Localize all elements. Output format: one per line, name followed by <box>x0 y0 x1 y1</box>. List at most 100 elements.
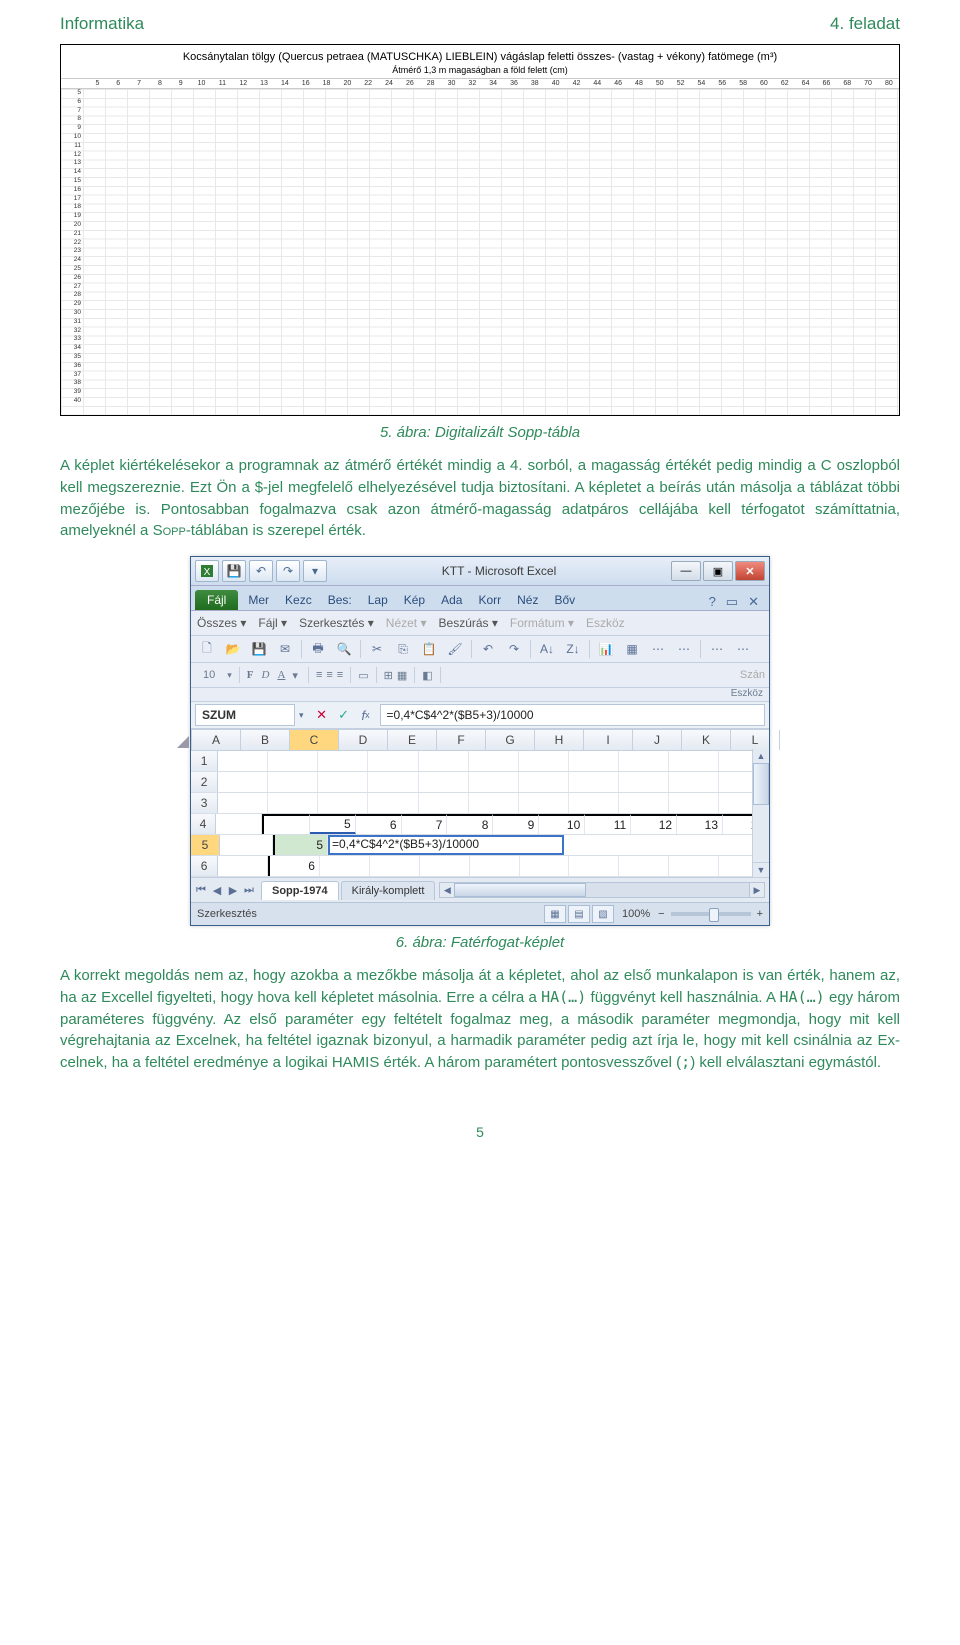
cell-row4-10[interactable]: 13 <box>677 814 723 834</box>
col-header-E[interactable]: E <box>388 730 437 750</box>
window-maximize-button[interactable]: ▣ <box>703 561 733 581</box>
cell-row4-7[interactable]: 10 <box>539 814 585 834</box>
sheet-tab-sopp[interactable]: Sopp-1974 <box>261 881 339 900</box>
row-header-3[interactable]: 3 <box>191 793 218 813</box>
vertical-scrollbar[interactable]: ▲ ▼ <box>752 749 769 877</box>
ribbon-tab[interactable]: Lap <box>364 590 392 610</box>
ribbon-tab[interactable]: Kezc <box>281 590 316 610</box>
align-left-icon[interactable]: ≡ <box>316 669 322 681</box>
ribbon-tab[interactable]: Korr <box>474 590 505 610</box>
redo2-icon[interactable]: ↷ <box>502 638 526 660</box>
sheet-nav-first-icon[interactable]: ⏮ <box>193 881 209 899</box>
hscroll-thumb[interactable] <box>454 883 585 897</box>
cell-row4-3[interactable]: 6 <box>356 814 402 834</box>
sub-osszes[interactable]: Összes ▾ <box>197 616 246 630</box>
merge-icon[interactable]: ▭ <box>358 669 368 682</box>
underline-icon[interactable]: A <box>277 669 285 681</box>
chart-icon[interactable]: 📊 <box>594 638 618 660</box>
misc2-icon[interactable]: ⋯ <box>672 638 696 660</box>
save-icon[interactable]: 💾 <box>222 560 246 582</box>
scroll-right-icon[interactable]: ▶ <box>749 883 764 897</box>
cut-icon[interactable]: ✂ <box>365 638 389 660</box>
italic-icon[interactable]: D <box>258 669 274 681</box>
cell-row4-0[interactable] <box>216 814 262 834</box>
col-header-K[interactable]: K <box>682 730 731 750</box>
sort-asc-icon[interactable]: A↓ <box>535 638 559 660</box>
sort-desc-icon[interactable]: Z↓ <box>561 638 585 660</box>
sub-eszkoz[interactable]: Eszköz <box>586 616 625 630</box>
file-tab[interactable]: Fájl <box>195 590 238 610</box>
paste-icon[interactable]: 📋 <box>417 638 441 660</box>
excel-icon[interactable]: X <box>195 560 219 582</box>
doc-close-icon[interactable]: ✕ <box>748 594 759 610</box>
undo2-icon[interactable]: ↶ <box>476 638 500 660</box>
sheet-nav-prev-icon[interactable]: ◀ <box>209 881 225 899</box>
col-header-I[interactable]: I <box>584 730 633 750</box>
cell-row4-4[interactable]: 7 <box>402 814 448 834</box>
window-minimize-button[interactable]: — <box>671 561 701 581</box>
vscroll-thumb[interactable] <box>753 763 769 805</box>
view-layout-icon[interactable]: ▤ <box>568 905 590 923</box>
redo-icon[interactable]: ↷ <box>276 560 300 582</box>
cell-row4-6[interactable]: 9 <box>493 814 539 834</box>
copy-icon[interactable]: ⎘ <box>391 638 415 660</box>
misc1-icon[interactable]: ⋯ <box>646 638 670 660</box>
formula-input[interactable]: =0,4*C$4^2*($B5+3)/10000 <box>380 704 765 726</box>
table-icon[interactable]: ▦ <box>620 638 644 660</box>
window-close-button[interactable]: ✕ <box>735 561 765 581</box>
sub-formatum[interactable]: Formátum ▾ <box>510 616 574 630</box>
new-icon[interactable]: 🗋 <box>195 638 219 660</box>
col-header-F[interactable]: F <box>437 730 486 750</box>
formula-enter-icon[interactable]: ✓ <box>334 705 354 725</box>
bold-icon[interactable]: F <box>247 669 254 681</box>
cell-row4-1[interactable] <box>262 814 310 834</box>
col-header-B[interactable]: B <box>241 730 290 750</box>
col-header-C[interactable]: C <box>290 730 339 750</box>
formula-cancel-icon[interactable]: ✕ <box>312 705 332 725</box>
row-header-6[interactable]: 6 <box>191 856 218 876</box>
sub-beszuras[interactable]: Beszúrás ▾ <box>439 616 498 630</box>
row-header-4[interactable]: 4 <box>191 814 216 834</box>
cell-row4-8[interactable]: 11 <box>585 814 631 834</box>
ribbon-tab[interactable]: Néz <box>513 590 542 610</box>
scroll-left-icon[interactable]: ◀ <box>440 883 455 897</box>
sheet-tab-kiraly[interactable]: Király-komplett <box>341 881 436 900</box>
cell-c5-editing[interactable]: =0,4*C$4^2*($B5+3)/10000 <box>328 835 564 855</box>
scroll-up-icon[interactable]: ▲ <box>753 749 769 764</box>
col-header-G[interactable]: G <box>486 730 535 750</box>
sheet-nav-next-icon[interactable]: ▶ <box>225 881 241 899</box>
cell-row4-2[interactable]: 5 <box>310 814 356 834</box>
col-header-L[interactable]: L <box>731 730 780 750</box>
cell-row4-5[interactable]: 8 <box>447 814 493 834</box>
save2-icon[interactable]: 💾 <box>247 638 271 660</box>
misc3-icon[interactable]: ⋯ <box>705 638 729 660</box>
column-headers[interactable]: ABCDEFGHIJKL <box>191 730 769 751</box>
ribbon-tab[interactable]: Kép <box>400 590 429 610</box>
align-right-icon[interactable]: ≡ <box>337 669 343 681</box>
view-pagebreak-icon[interactable]: ▧ <box>592 905 614 923</box>
ribbon-minimize-icon[interactable]: ▭ <box>726 594 738 610</box>
sub-nezet[interactable]: Nézet ▾ <box>386 616 427 630</box>
align-center-icon[interactable]: ≡ <box>326 669 332 681</box>
open-icon[interactable]: 📂 <box>221 638 245 660</box>
col-header-A[interactable]: A <box>192 730 241 750</box>
ribbon-tab[interactable]: Ada <box>437 590 466 610</box>
row-header-5[interactable]: 5 <box>191 835 220 855</box>
view-normal-icon[interactable]: ▦ <box>544 905 566 923</box>
ribbon-tab[interactable]: Bőv <box>550 590 579 610</box>
fill-color-icon[interactable]: ◧ <box>422 669 432 682</box>
spreadsheet-grid[interactable]: ABCDEFGHIJKL 1 2 3 4567891011121314 5 5 … <box>191 729 769 877</box>
sheet-nav-last-icon[interactable]: ⏭ <box>241 881 257 899</box>
misc4-icon[interactable]: ⋯ <box>731 638 755 660</box>
fx-icon[interactable]: fx <box>356 705 376 725</box>
format-painter-icon[interactable]: 🖌 <box>443 638 467 660</box>
sub-szerk[interactable]: Szerkesztés ▾ <box>299 616 374 630</box>
cell-row4-9[interactable]: 12 <box>631 814 677 834</box>
mail-icon[interactable]: ✉ <box>273 638 297 660</box>
print-icon[interactable]: 🖶 <box>306 638 330 660</box>
select-all-corner[interactable] <box>191 730 192 750</box>
col-header-D[interactable]: D <box>339 730 388 750</box>
zoom-in-icon[interactable]: + <box>757 908 763 920</box>
preview-icon[interactable]: 🔍 <box>332 638 356 660</box>
borders-icon[interactable]: ▦ <box>397 669 407 682</box>
